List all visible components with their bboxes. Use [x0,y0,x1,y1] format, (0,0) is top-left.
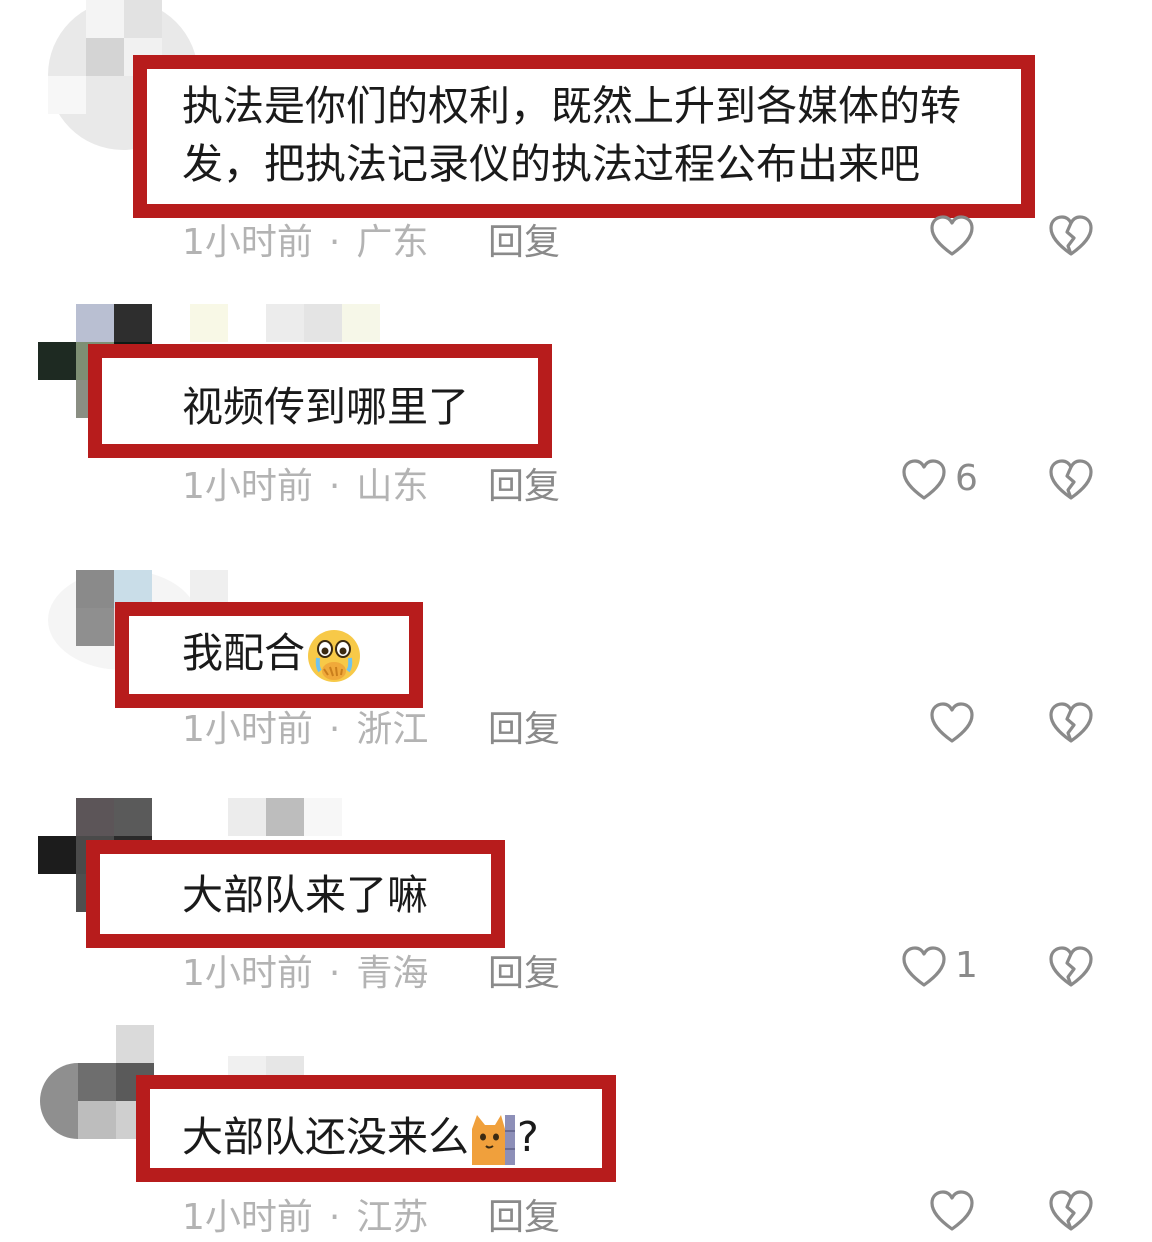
broken-heart-icon[interactable] [1047,214,1095,258]
comment-meta: 1小时前 · 广东 [182,222,429,263]
reply-button[interactable]: 回复 [488,944,560,996]
comment-text: 视频传到哪里了 [182,383,469,431]
reply-button[interactable]: 回复 [488,213,560,265]
timestamp: 1小时前 [182,953,313,994]
cat-peek-emoji [472,1115,515,1165]
timestamp: 1小时前 [182,709,313,750]
reply-button[interactable]: 回复 [488,1188,560,1240]
comment-text: 执法是你们的权利，既然上升到各媒体的转 发，把执法记录仪的执法过程公布出来吧 [182,82,961,188]
username-blur [190,304,380,342]
broken-heart-icon[interactable] [1047,701,1095,745]
reply-button[interactable]: 回复 [488,457,560,509]
location: 广东 [356,222,429,263]
location: 浙江 [356,709,429,750]
username-blur [228,798,418,836]
comment-meta: 1小时前 · 青海 [182,953,429,994]
timestamp: 1小时前 [182,1197,313,1238]
broken-heart-icon[interactable] [1047,945,1095,989]
timestamp: 1小时前 [182,466,313,507]
heart-outline-icon[interactable] [928,214,976,258]
comment-meta: 1小时前 · 山东 [182,466,429,507]
location: 江苏 [356,1197,429,1238]
comment-meta: 1小时前 · 江苏 [182,1197,429,1238]
heart-outline-icon[interactable] [900,945,948,989]
like-count: 6 [955,458,978,499]
heart-outline-icon[interactable] [928,701,976,745]
timestamp: 1小时前 [182,222,313,263]
location: 山东 [356,466,429,507]
heart-outline-icon[interactable] [928,1189,976,1233]
broken-heart-icon[interactable] [1047,1189,1095,1233]
reply-button[interactable]: 回复 [488,700,560,752]
comment-text: 大部队还没来么 ? [182,1108,539,1167]
location: 青海 [356,953,429,994]
broken-heart-icon[interactable] [1047,458,1095,502]
comment-meta: 1小时前 · 浙江 [182,709,429,750]
comment-text: 大部队来了嘛 [182,871,428,919]
heart-outline-icon[interactable] [900,458,948,502]
like-count: 1 [955,945,978,986]
comment-text: 我配合 [182,624,363,685]
crying-face-emoji [308,630,360,682]
